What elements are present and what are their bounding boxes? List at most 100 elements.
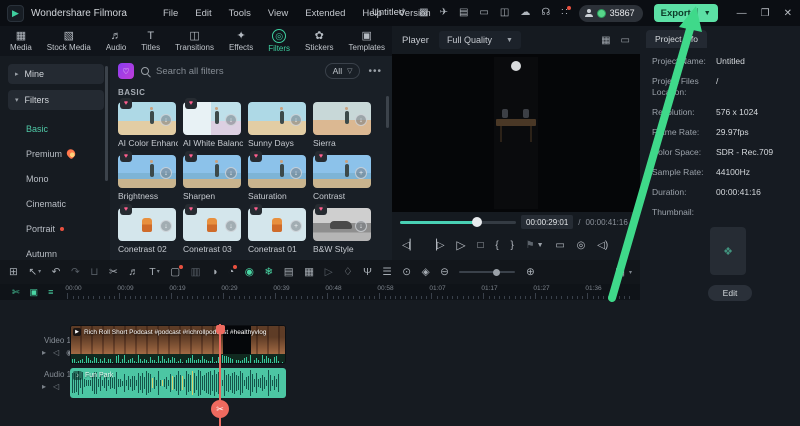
crop-button[interactable]: ▢ (170, 264, 184, 278)
menu-view[interactable]: View (268, 8, 288, 19)
tab-stickers[interactable]: ✿ Stickers (305, 30, 333, 52)
menu-tools[interactable]: Tools (229, 8, 251, 19)
mirror-display-button[interactable]: ▭ (555, 240, 564, 251)
shield-button[interactable]: ♢ (343, 267, 352, 278)
time-ruler[interactable]: 00:00 00:09 00:19 00:29 00:39 00:48 00:58 01:07… (63, 284, 640, 300)
timeline-view-menu[interactable]: ▦ ▾ (615, 267, 632, 278)
filter-card-contrast[interactable]: ♥ + Contrast (313, 151, 373, 201)
copy-button[interactable]: ▥ (191, 267, 201, 278)
tab-audio[interactable]: ♬ Audio (106, 30, 126, 52)
download-icon[interactable]: ↓ (160, 220, 172, 232)
sidebar-item-portrait[interactable]: Portrait (8, 216, 104, 241)
undo-button[interactable]: ↶ (52, 267, 61, 278)
favorite-heart-icon[interactable]: ♥ (120, 151, 132, 162)
sidebar-group-mine[interactable]: ▸ Mine (8, 64, 104, 84)
favorites-badge-icon[interactable]: ♡ (118, 63, 134, 79)
split-button[interactable]: ✂ (109, 267, 118, 278)
edit-thumbnail-button[interactable]: Edit (708, 285, 752, 302)
tab-filters[interactable]: ◎ Filters (268, 29, 290, 53)
next-frame-button[interactable]: ▕▷ (429, 240, 444, 251)
restore-button[interactable]: ❐ (761, 8, 770, 19)
zoom-out-button[interactable]: ⊖ (440, 267, 449, 278)
tab-stock-media[interactable]: ▧ Stock Media (47, 30, 91, 52)
filter-card-sierra[interactable]: ↓ Sierra (313, 102, 373, 148)
favorite-heart-icon[interactable]: ♥ (185, 151, 197, 162)
download-icon[interactable]: ↓ (160, 167, 172, 179)
track-export-icon[interactable]: ▸ (42, 382, 46, 391)
filter-card-conetrast-03[interactable]: ♥ ↓ Conetrast 03 (183, 204, 243, 254)
favorite-heart-icon[interactable]: ♥ (120, 204, 132, 215)
filter-card-ai-white-balance[interactable]: ♥ ↓ AI White Balance (183, 98, 243, 148)
delete-button[interactable]: ⊔ (90, 267, 98, 278)
split-clip-scissors-button[interactable]: ✂ (211, 400, 229, 418)
support-icon[interactable]: ☊ (541, 8, 550, 18)
screen-record-button[interactable]: ⊙ (402, 267, 411, 278)
camera-add-button[interactable]: ▦ (304, 267, 314, 278)
more-options-button[interactable]: ••• (368, 66, 382, 77)
sidebar-item-premium[interactable]: Premium (8, 141, 104, 166)
stop-button[interactable]: □ (477, 240, 483, 251)
export-caret-icon[interactable]: ▼ (704, 10, 711, 17)
download-icon[interactable]: ↓ (290, 167, 302, 179)
share-icon[interactable]: ✈ (440, 8, 448, 18)
filter-card-sharpen[interactable]: ♥ ↓ Sharpen (183, 151, 243, 201)
tab-transitions[interactable]: ◫ Transitions (175, 30, 214, 52)
snapshot-tool-button[interactable]: ▤ (284, 267, 294, 278)
menu-extended[interactable]: Extended (305, 8, 345, 19)
ai-effects-button[interactable]: ❄ (264, 267, 273, 278)
account-pill[interactable]: 35867 (578, 4, 643, 22)
filter-card-b-w-style[interactable]: ♥ ↓ B&W Style (313, 204, 373, 254)
keyframe-button[interactable]: ◈ (422, 267, 430, 278)
select-tool-icon[interactable]: ↖ ▾ (28, 267, 41, 278)
mark-in-button[interactable]: { (495, 240, 498, 251)
tab-titles[interactable]: T Titles (141, 30, 160, 52)
add-icon[interactable]: + (355, 167, 367, 179)
audio-detach-button[interactable]: ♬ (128, 267, 139, 278)
favorite-heart-icon[interactable]: ♥ (185, 204, 197, 215)
sidebar-item-mono[interactable]: Mono (8, 166, 104, 191)
speed-button[interactable]: ◔ (228, 264, 238, 278)
text-tool-button[interactable]: T ▾ (149, 267, 159, 278)
display-icon[interactable]: ▭ (479, 8, 488, 18)
filter-card-conetrast-02[interactable]: ♥ ↓ Conetrast 02 (118, 204, 178, 254)
add-icon[interactable]: + (290, 220, 302, 232)
sidebar-item-cinematic[interactable]: Cinematic (8, 191, 104, 216)
zoom-in-button[interactable]: ⊕ (526, 267, 535, 278)
favorite-heart-icon[interactable]: ♥ (315, 204, 327, 215)
download-icon[interactable]: ↓ (160, 114, 172, 126)
download-icon[interactable]: ↓ (355, 220, 367, 232)
favorite-heart-icon[interactable]: ♥ (250, 151, 262, 162)
filter-card-brightness[interactable]: ♥ ↓ Brightness (118, 151, 178, 201)
filter-card-sunny-days[interactable]: ↓ Sunny Days (248, 102, 308, 148)
quality-dropdown[interactable]: Full Quality ▼ (438, 31, 521, 49)
download-icon[interactable]: ↓ (225, 220, 237, 232)
tab-effects[interactable]: ✦ Effects (229, 30, 253, 52)
color-match-button[interactable]: ◑ (211, 267, 217, 278)
marker-button[interactable]: ⚑ ▼ (526, 240, 544, 251)
filter-card-ai-color-enhance[interactable]: ♥ ↓ AI Color Enhance (118, 98, 178, 148)
video-clip[interactable]: ▶ Rich Roll Short Podcast #podcast #rich… (70, 325, 286, 364)
menu-edit[interactable]: Edit (195, 8, 211, 19)
export-button[interactable]: Export ▼ (653, 4, 718, 22)
volume-button[interactable]: ◁) (597, 240, 608, 251)
ai-assistant-button[interactable]: ◉ (245, 267, 254, 278)
menu-file[interactable]: File (163, 8, 178, 19)
tab-media[interactable]: ▦ Media (10, 30, 32, 52)
sidebar-group-filters[interactable]: ▾ Filters (8, 90, 104, 110)
track-mute-icon[interactable]: ◁ (53, 348, 59, 357)
tab-project-info[interactable]: Project Info (646, 30, 707, 48)
gift-icon[interactable]: ▩ (419, 8, 428, 18)
previous-frame-button[interactable]: ◁▏ (402, 240, 417, 251)
layout-grid-icon[interactable]: ▦ (601, 35, 610, 46)
apps-grid-icon[interactable]: ∷ (561, 6, 572, 18)
seek-knob[interactable] (471, 217, 482, 227)
video-preview-area[interactable] (392, 54, 640, 212)
auto-ripple-icon[interactable]: ≡ (48, 287, 53, 297)
save-icon[interactable]: ◫ (500, 8, 509, 18)
redo-button[interactable]: ↷ (71, 267, 80, 278)
playhead-handle[interactable] (215, 325, 225, 337)
cloud-upload-icon[interactable]: ☁ (520, 8, 530, 18)
zoom-knob[interactable] (493, 268, 501, 276)
filter-card-conetrast-01[interactable]: ♥ + Conetrast 01 (248, 204, 308, 254)
filter-scope-toggle[interactable]: All ▽ (324, 63, 361, 79)
